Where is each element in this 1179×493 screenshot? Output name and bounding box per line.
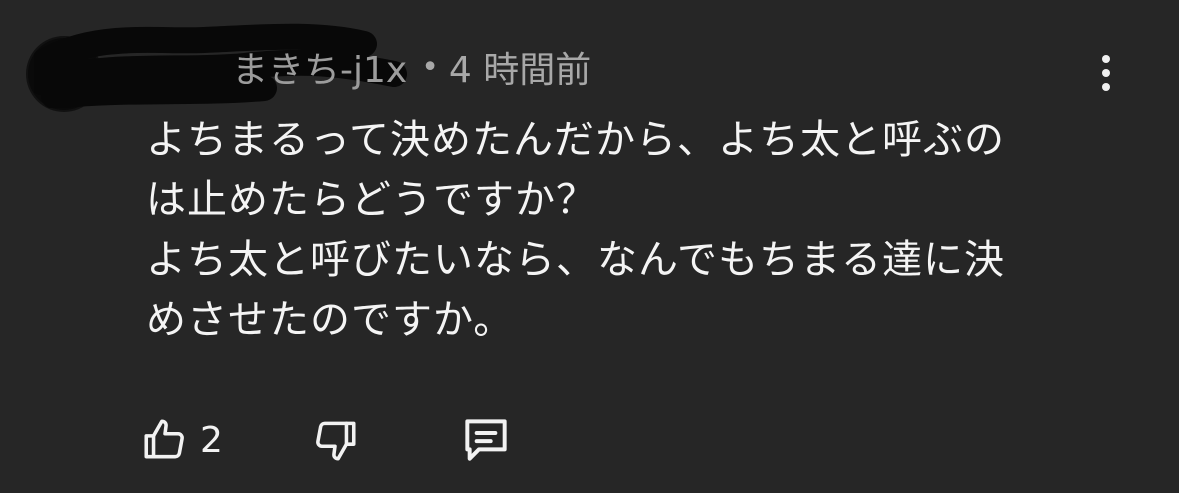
comment-body-line: めさせたのですか。	[146, 297, 515, 343]
comment-card: まきち-j1x • 4 時間前 よちまるって決めたんだから、よち太と呼ぶの は止…	[0, 0, 1179, 493]
like-button[interactable]: 2	[140, 410, 223, 470]
comment-meta: まきち-j1x • 4 時間前	[232, 41, 592, 93]
meta-separator: •	[421, 49, 439, 85]
more-vertical-icon	[1102, 55, 1110, 63]
thumbs-up-icon	[144, 419, 184, 459]
comment-icon	[465, 419, 507, 461]
comment-body: よちまるって決めたんだから、よち太と呼ぶの は止めたらどうですか？ よち太と呼び…	[146, 110, 1146, 350]
comment-body-line: は止めたらどうですか？	[146, 177, 597, 223]
like-count: 2	[200, 419, 223, 461]
more-vertical-icon-dot	[1102, 69, 1110, 77]
comment-body-line: よちまるって決めたんだから、よち太と呼ぶの	[146, 117, 1005, 163]
comment-actions: 2	[140, 410, 540, 470]
reply-button[interactable]	[458, 410, 514, 470]
dislike-button[interactable]	[310, 410, 360, 470]
thumbs-down-icon	[316, 421, 356, 461]
comment-body-line: よち太と呼びたいなら、なんでもちまる達に決	[146, 237, 1005, 283]
more-options-button[interactable]	[1088, 50, 1124, 96]
comment-timestamp: 4 時間前	[448, 50, 592, 91]
more-vertical-icon-dot	[1102, 83, 1110, 91]
author-name[interactable]: まきち-j1x	[232, 41, 407, 93]
